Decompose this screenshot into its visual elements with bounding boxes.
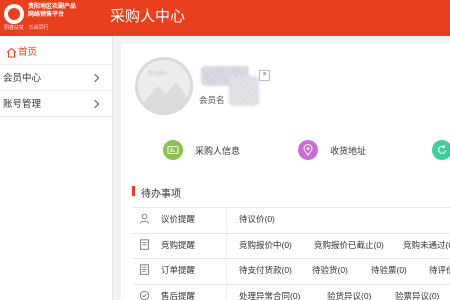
todo-link[interactable]: 竞购报价已截止(0) — [314, 239, 384, 251]
page-title: 采购人中心 — [110, 8, 186, 25]
site-logo[interactable]: 贵阳地区农副产品 网络销售平台 阳春扶贫 · 乐采同行 — [4, 3, 104, 33]
document-icon — [140, 239, 149, 250]
service-icon — [139, 290, 150, 300]
main-panel: 暂无图片 会员名 采购人信息 收货地址 待办事项 议价提醒 待议价(0) 竞购提… — [121, 44, 450, 300]
todo-section-title: 待办事项 — [141, 189, 181, 200]
image-placeholder-icon — [138, 82, 188, 112]
avatar[interactable]: 暂无图片 — [135, 57, 193, 115]
todo-row-label: 售后提醒 — [161, 291, 196, 300]
todo-row-orders: 订单提醒 待支付货款(0) 待验货(0) 待验票(0) 待评价 — [133, 258, 450, 281]
sidebar-item-label: 账号管理 — [3, 99, 42, 110]
quick-link-buyer-info[interactable]: 采购人信息 — [195, 144, 240, 157]
user-profile-icon[interactable] — [259, 70, 270, 81]
id-card-icon[interactable] — [163, 140, 183, 160]
top-bar: 贵阳地区农副产品 网络销售平台 阳春扶贫 · 乐采同行 采购人中心 — [0, 0, 450, 36]
todo-row-label: 竞购提醒 — [161, 240, 196, 250]
sidebar-item-label: 会员中心 — [3, 73, 42, 84]
home-icon — [6, 47, 17, 58]
list-icon — [140, 264, 149, 275]
todo-link[interactable]: 待验货(0) — [312, 264, 348, 276]
quick-link-shipping-address[interactable]: 收货地址 — [330, 144, 366, 157]
logo-line1: 贵阳地区农副产品 — [28, 4, 77, 10]
todo-link[interactable]: 待验票(0) — [371, 264, 407, 276]
sidebar: 首页 会员中心 账号管理 — [0, 36, 113, 300]
todo-link[interactable]: 处理异常合同(0) — [239, 290, 300, 300]
todo-link[interactable]: 验货异议(0) — [327, 290, 371, 300]
chevron-right-icon — [90, 99, 100, 109]
divider — [226, 285, 227, 300]
divider — [226, 259, 227, 281]
user-icon — [139, 213, 150, 224]
sidebar-item-label: 首页 — [18, 47, 38, 58]
sidebar-item-home[interactable]: 首页 — [0, 40, 112, 65]
todo-link[interactable]: 验票异议(0) — [395, 290, 439, 300]
todo-link[interactable]: 竞购报价中(0) — [239, 239, 292, 251]
todo-link[interactable]: 待议价(0) — [239, 213, 275, 225]
todo-row-bidding: 竞购提醒 竞购报价中(0) 竞购报价已截止(0) 竞购未通过(0 — [133, 233, 450, 256]
section-accent-bar — [132, 186, 135, 196]
todo-link[interactable]: 竞购未通过(0 — [403, 239, 450, 251]
location-pin-icon[interactable] — [298, 140, 318, 160]
quick-links: 采购人信息 收货地址 — [121, 135, 450, 165]
sidebar-item-account[interactable]: 账号管理 — [0, 92, 112, 117]
divider — [226, 208, 227, 230]
blurred-user-info — [229, 76, 259, 106]
todo-row-label: 订单提醒 — [161, 265, 196, 275]
todo-link[interactable]: 待评价 — [429, 264, 450, 276]
todo-row-bargain: 议价提醒 待议价(0) — [133, 207, 450, 230]
todo-link[interactable]: 待支付货款(0) — [239, 264, 292, 276]
avatar-placeholder-text: 暂无图片 — [148, 71, 169, 77]
sidebar-item-member-center[interactable]: 会员中心 — [0, 66, 112, 91]
member-name-label: 会员名 — [199, 95, 225, 105]
todo-row-label: 议价提醒 — [161, 214, 196, 224]
divider — [226, 234, 227, 256]
logo-slogan: 阳春扶贫 · 乐采同行 — [4, 25, 49, 31]
logo-line2: 网络销售平台 — [28, 12, 65, 18]
logo-emblem-icon — [4, 4, 24, 24]
todo-row-after-sales: 售后提醒 处理异常合同(0) 验货异议(0) 验票异议(0) — [133, 284, 450, 300]
refresh-icon[interactable] — [432, 140, 450, 160]
chevron-right-icon — [90, 73, 100, 83]
